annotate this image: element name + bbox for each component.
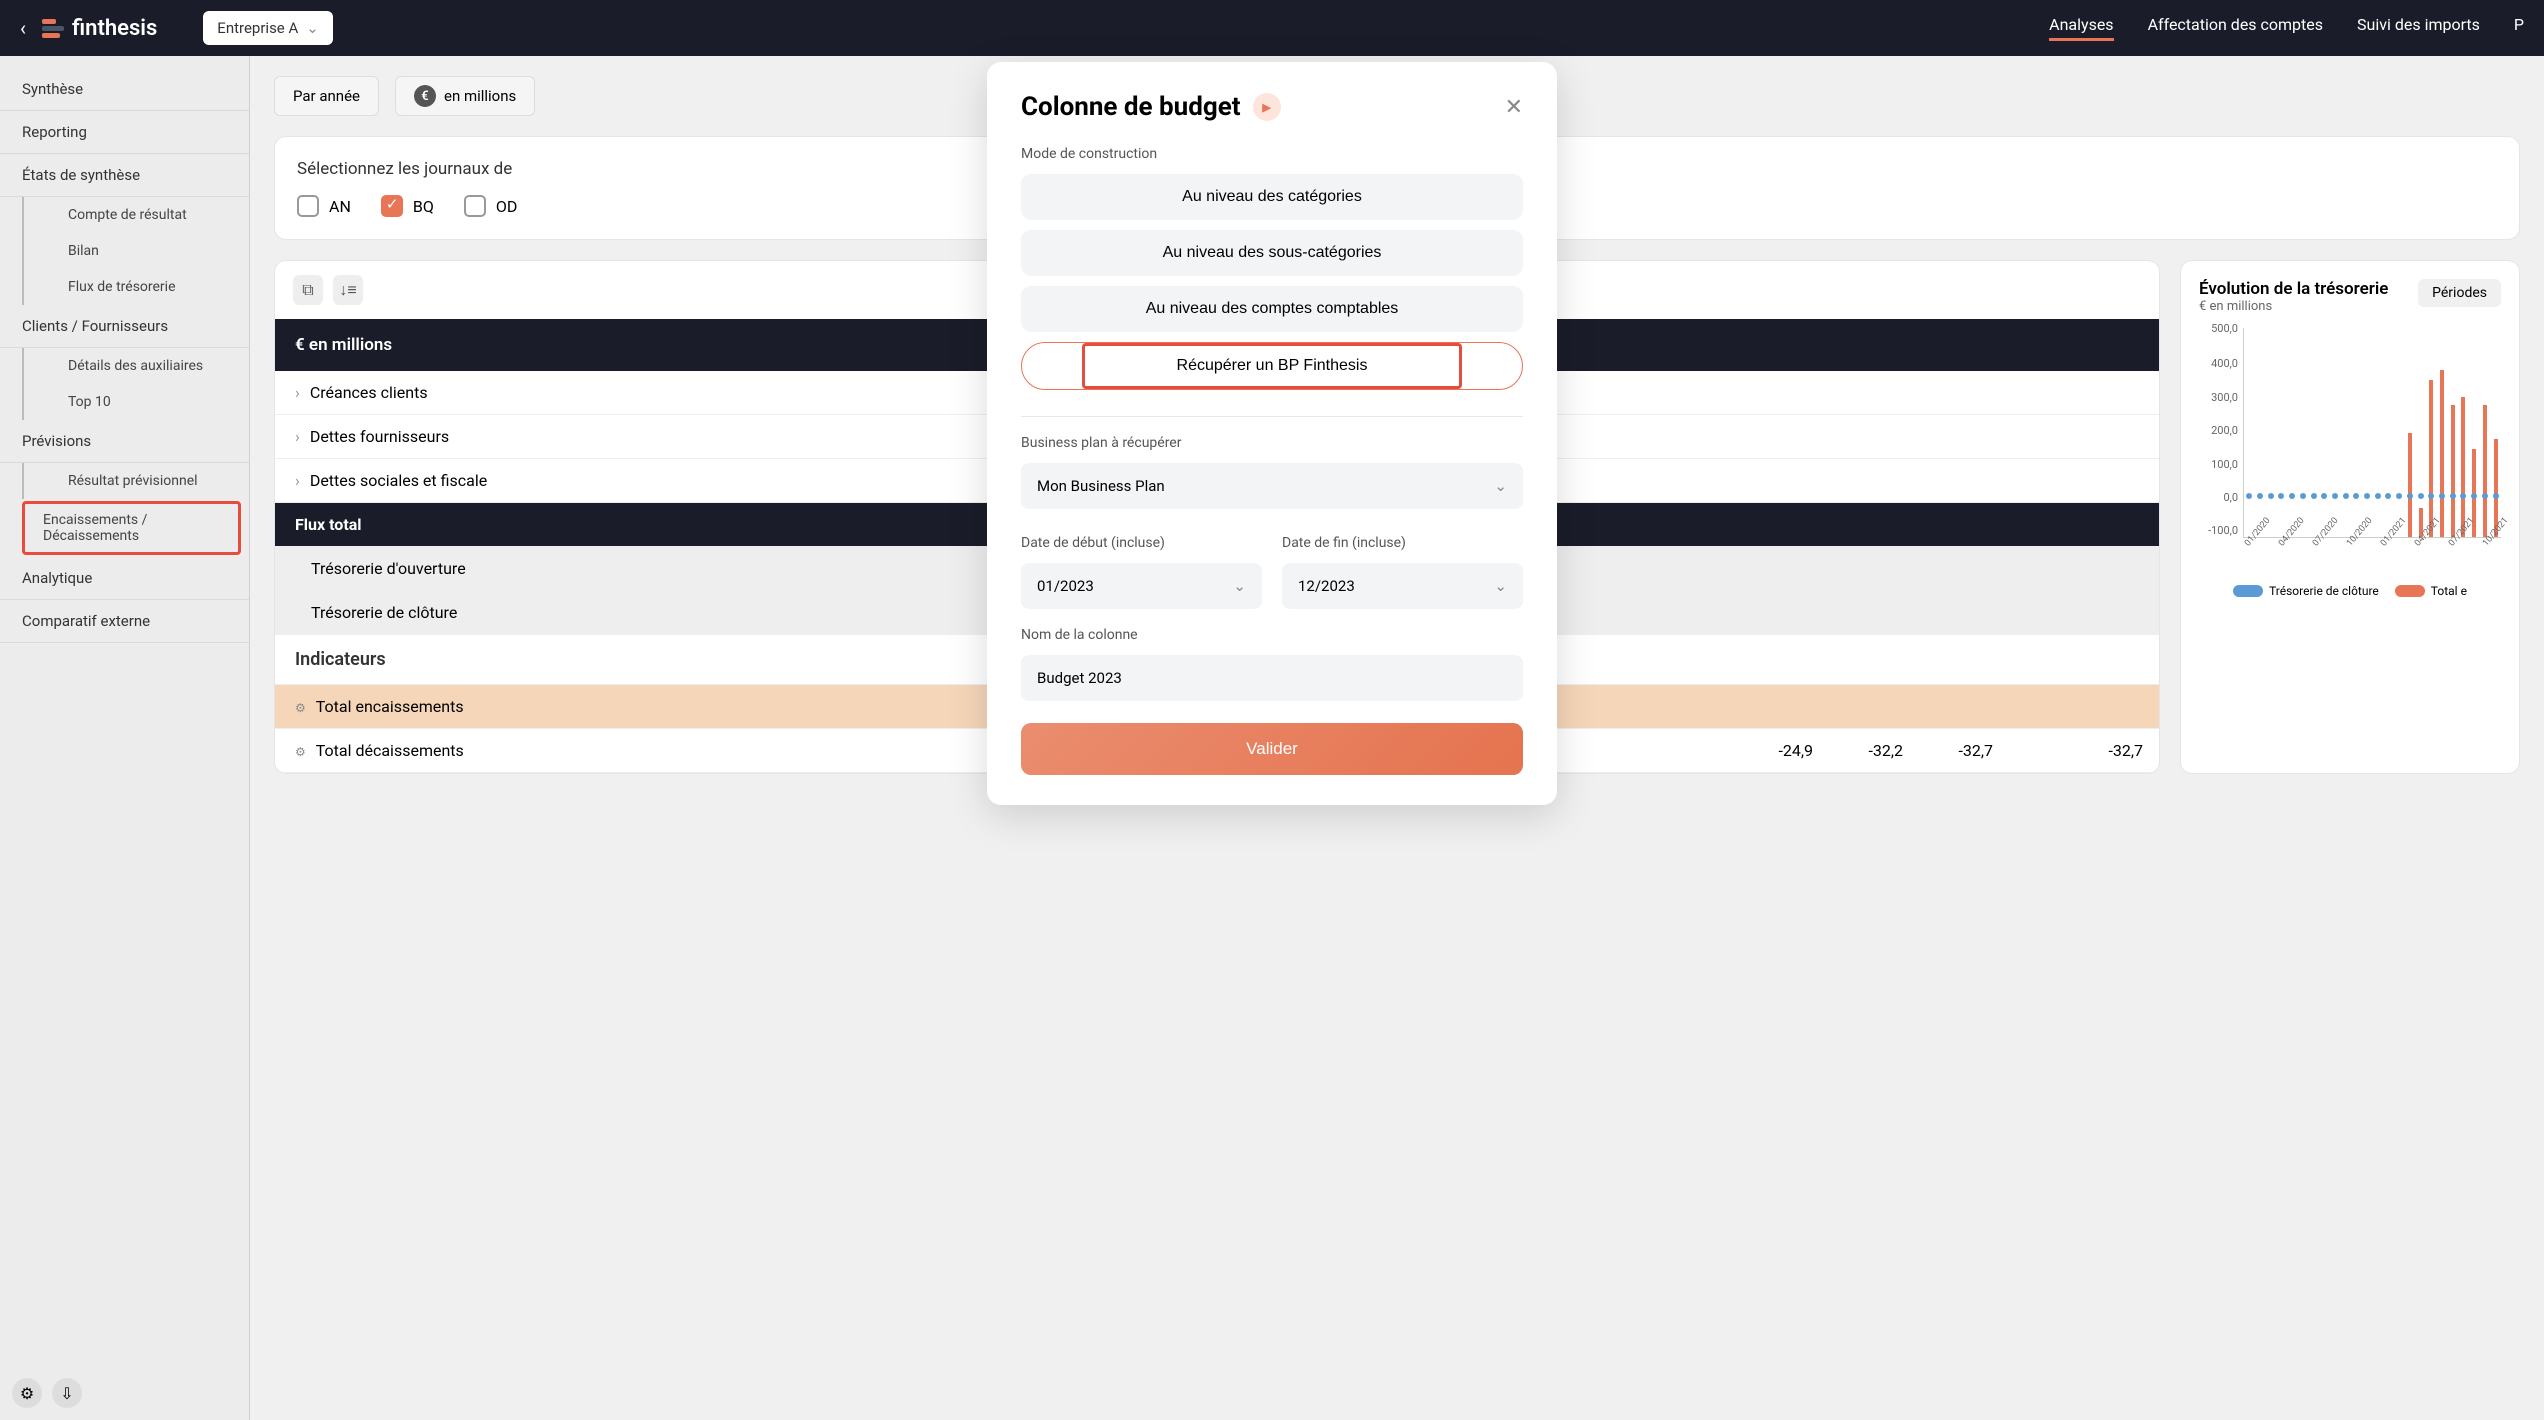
topbar-left: ‹ finthesis Entreprise A ⌄ bbox=[20, 11, 333, 45]
nav-affectation[interactable]: Affectation des comptes bbox=[2148, 15, 2323, 41]
company-select[interactable]: Entreprise A ⌄ bbox=[203, 11, 333, 45]
chevron-right-icon: › bbox=[295, 427, 300, 446]
opt-categories[interactable]: Au niveau des catégories bbox=[1021, 174, 1523, 220]
legend-total: Total e bbox=[2431, 584, 2467, 598]
sidebar-resultat-prev[interactable]: Résultat prévisionnel bbox=[22, 463, 249, 499]
opt-recuperer-bp[interactable]: Récupérer un BP Finthesis bbox=[1021, 342, 1523, 390]
topnav: Analyses Affectation des comptes Suivi d… bbox=[2049, 15, 2524, 41]
chevron-right-icon: › bbox=[295, 471, 300, 490]
chevron-down-icon: ⌄ bbox=[1233, 577, 1246, 595]
chevron-down-icon: ⌄ bbox=[306, 19, 319, 37]
gear-icon: ⚙ bbox=[295, 701, 306, 715]
sidebar-clients[interactable]: Clients / Fournisseurs bbox=[0, 305, 249, 348]
sidebar-bilan[interactable]: Bilan bbox=[22, 233, 249, 269]
copy-icon[interactable]: ⧉ bbox=[293, 275, 323, 305]
sidebar-previsions[interactable]: Prévisions bbox=[0, 420, 249, 463]
unit-chip[interactable]: € en millions bbox=[395, 76, 535, 116]
sidebar-encaissements[interactable]: Encaissements / Décaissements bbox=[22, 501, 241, 555]
chevron-down-icon: ⌄ bbox=[1494, 577, 1507, 595]
end-date-label: Date de fin (incluse) bbox=[1282, 535, 1523, 551]
budget-modal: Colonne de budget ▶ ✕ Mode de constructi… bbox=[987, 62, 1557, 805]
chart-subtitle: € en millions bbox=[2199, 299, 2388, 314]
sort-icon[interactable]: ↓≡ bbox=[333, 275, 363, 305]
logo-icon bbox=[42, 19, 64, 38]
euro-icon: € bbox=[414, 85, 436, 107]
legend-cloture: Trésorerie de clôture bbox=[2269, 584, 2379, 598]
periods-button[interactable]: Périodes bbox=[2418, 279, 2501, 307]
sidebar-etats[interactable]: États de synthèse bbox=[0, 154, 249, 197]
sidebar-top10[interactable]: Top 10 bbox=[22, 384, 249, 420]
col-name-input[interactable]: Budget 2023 bbox=[1021, 655, 1523, 701]
logo[interactable]: finthesis bbox=[42, 16, 157, 41]
period-chip[interactable]: Par année bbox=[274, 76, 379, 116]
chart-card: Évolution de la trésorerie € en millions… bbox=[2180, 260, 2520, 774]
sidebar-compte-resultat[interactable]: Compte de résultat bbox=[22, 197, 249, 233]
chart-title: Évolution de la trésorerie bbox=[2199, 279, 2388, 299]
sidebar-flux-tresorerie[interactable]: Flux de trésorerie bbox=[22, 269, 249, 305]
brand-name: finthesis bbox=[72, 16, 157, 41]
start-date-select[interactable]: 01/2023 ⌄ bbox=[1021, 563, 1262, 609]
end-date-select[interactable]: 12/2023 ⌄ bbox=[1282, 563, 1523, 609]
close-icon[interactable]: ✕ bbox=[1505, 95, 1523, 120]
back-icon[interactable]: ‹ bbox=[20, 16, 26, 40]
sidebar-synthese[interactable]: Synthèse bbox=[0, 68, 249, 111]
gear-icon: ⚙ bbox=[295, 745, 306, 759]
bp-label: Business plan à récupérer bbox=[1021, 435, 1523, 451]
opt-comptes[interactable]: Au niveau des comptes comptables bbox=[1021, 286, 1523, 332]
nav-analyses[interactable]: Analyses bbox=[2049, 15, 2113, 41]
journal-bq[interactable]: BQ bbox=[381, 195, 434, 217]
gear-icon[interactable]: ⚙ bbox=[12, 1378, 42, 1408]
col-name-label: Nom de la colonne bbox=[1021, 627, 1523, 643]
bp-select[interactable]: Mon Business Plan ⌄ bbox=[1021, 463, 1523, 509]
journal-od[interactable]: OD bbox=[464, 195, 518, 217]
chevron-down-icon: ⌄ bbox=[1494, 477, 1507, 495]
validate-button[interactable]: Valider bbox=[1021, 723, 1523, 775]
download-icon[interactable]: ⇩ bbox=[52, 1378, 82, 1408]
sidebar: Synthèse Reporting États de synthèse Com… bbox=[0, 56, 250, 1420]
opt-sous-categories[interactable]: Au niveau des sous-catégories bbox=[1021, 230, 1523, 276]
mode-label: Mode de construction bbox=[1021, 146, 1523, 162]
journal-an[interactable]: AN bbox=[297, 195, 351, 217]
topbar: ‹ finthesis Entreprise A ⌄ Analyses Affe… bbox=[0, 0, 2544, 56]
highlight-box bbox=[1082, 343, 1462, 389]
chevron-right-icon: › bbox=[295, 383, 300, 402]
sidebar-comparatif[interactable]: Comparatif externe bbox=[0, 600, 249, 643]
play-icon[interactable]: ▶ bbox=[1253, 93, 1281, 121]
chart-area: 500,0 400,0 300,0 200,0 100,0 0,0 -100,0 bbox=[2243, 328, 2501, 538]
sidebar-details-aux[interactable]: Détails des auxiliaires bbox=[22, 348, 249, 384]
sidebar-analytique[interactable]: Analytique bbox=[0, 557, 249, 600]
modal-title: Colonne de budget ▶ bbox=[1021, 92, 1281, 122]
sidebar-reporting[interactable]: Reporting bbox=[0, 111, 249, 154]
nav-p[interactable]: P bbox=[2514, 15, 2524, 41]
start-date-label: Date de début (incluse) bbox=[1021, 535, 1262, 551]
nav-imports[interactable]: Suivi des imports bbox=[2357, 15, 2480, 41]
